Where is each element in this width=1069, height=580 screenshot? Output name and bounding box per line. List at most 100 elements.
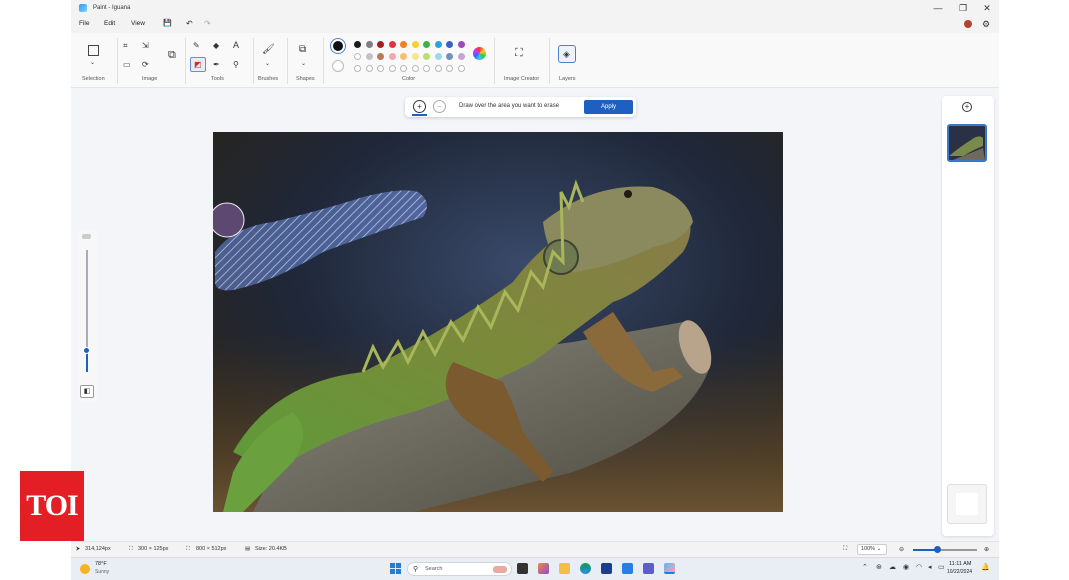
color-swatch[interactable] [457,41,465,48]
menu-view[interactable]: View [131,20,145,27]
color-swatch[interactable] [365,53,373,60]
color-swatch[interactable] [434,53,442,60]
edit-colors-icon[interactable] [473,47,486,60]
windows-start-icon[interactable] [390,563,401,574]
apply-button[interactable]: Apply [584,100,633,114]
secondary-color[interactable] [332,60,344,72]
color-picker-icon[interactable]: ✒ [213,60,220,70]
eraser-tool-button[interactable]: ◩ [190,57,206,72]
notification-bell-icon[interactable]: 🔔 [981,563,990,571]
color-swatch[interactable] [434,41,442,48]
eraser-mode-icon[interactable]: ◧ [80,385,94,398]
custom-color-slot[interactable] [354,65,361,72]
color-swatch[interactable] [411,53,419,60]
file-explorer-icon[interactable] [559,563,570,574]
onedrive-icon[interactable]: ☁ [889,563,896,571]
tray-app-icon[interactable]: ◉ [903,563,909,571]
tray-overflow-icon[interactable]: ⌃ [862,563,868,571]
magnifier-icon[interactable]: ⚲ [233,60,239,70]
chevron-down-icon[interactable]: ⌄ [265,59,270,69]
menu-edit[interactable]: Edit [104,20,115,27]
text-icon[interactable]: A [233,40,239,50]
edge-icon[interactable] [580,563,591,574]
rotate-icon[interactable]: ⟳ [142,60,149,70]
shapes-icon[interactable]: ⧉ [299,45,306,55]
color-swatch[interactable] [354,41,361,48]
background-layer[interactable] [947,484,987,524]
color-swatch[interactable] [457,53,465,60]
pencil-icon[interactable]: ✎ [193,41,200,51]
layers-button[interactable]: ◈ [558,45,576,63]
store-icon[interactable] [601,563,612,574]
wifi-icon[interactable]: ◠ [916,563,922,571]
undo-icon[interactable]: ↶ [186,19,193,29]
group-label-image: Image [142,76,158,82]
battery-icon[interactable]: ▭ [938,563,945,571]
copilot-app-icon[interactable] [538,563,549,574]
fill-icon[interactable]: ◆ [213,41,219,51]
color-swatch[interactable] [423,53,430,60]
clock-date[interactable]: 10/22/2024 [947,569,972,575]
selection-icon[interactable] [88,45,99,56]
custom-color-slot[interactable] [411,65,419,72]
select-image-icon[interactable]: ▭ [123,60,131,70]
copilot-icon[interactable] [964,20,972,28]
background-removal-icon[interactable]: ⧉ [168,50,176,61]
color-swatch[interactable] [388,41,396,48]
taskbar-search[interactable]: ⚲ Search [407,562,512,576]
menu-file[interactable]: File [79,20,89,27]
remove-area-icon[interactable]: − [433,100,446,113]
custom-color-slot[interactable] [446,65,453,72]
brush-icon[interactable]: 🖌 [262,45,275,55]
color-swatch[interactable] [411,41,419,48]
add-area-icon[interactable]: + [413,100,426,113]
color-swatch[interactable] [400,41,407,48]
custom-color-slot[interactable] [423,65,430,72]
paint-taskbar-icon[interactable] [664,563,675,574]
custom-color-slot[interactable] [388,65,396,72]
zoom-out-icon[interactable]: ⊖ [899,546,904,553]
volume-icon[interactable]: ◂ [928,563,932,571]
color-swatch[interactable] [400,53,407,60]
color-swatch[interactable] [377,41,384,48]
clock-time[interactable]: 11:11 AM [949,561,971,567]
settings-icon[interactable]: ⚙ [982,19,990,29]
restore-button[interactable]: ❐ [956,2,970,14]
color-swatch[interactable] [377,53,384,60]
save-icon[interactable]: 💾 [163,19,172,29]
zoom-select[interactable]: 100% ⌄ [857,544,887,555]
chevron-down-icon[interactable]: ⌄ [90,58,95,68]
custom-color-slot[interactable] [365,65,373,72]
color-swatch[interactable] [388,53,396,60]
custom-color-slot[interactable] [434,65,442,72]
image-creator-icon[interactable]: ⛶ [515,48,523,59]
tray-app-icon[interactable]: ⊛ [876,563,882,571]
color-swatch[interactable] [446,53,453,60]
custom-color-slot[interactable] [377,65,384,72]
custom-color-slot[interactable] [400,65,407,72]
primary-color[interactable] [331,39,345,53]
crop-icon[interactable]: ⌗ [123,41,128,51]
mail-icon[interactable] [622,563,633,574]
task-view-icon[interactable] [517,563,528,574]
chevron-down-icon[interactable]: ⌄ [301,59,306,69]
redo-icon[interactable]: ↷ [204,19,211,29]
custom-color-slot[interactable] [457,65,465,72]
color-swatch[interactable] [423,41,430,48]
teams-icon[interactable] [643,563,654,574]
layer-thumbnail[interactable] [947,124,987,162]
brush-size-thumb[interactable] [83,347,90,354]
color-swatch[interactable] [354,53,361,60]
minimize-button[interactable]: — [931,2,945,14]
canvas-size-icon: ⛶ [186,546,190,552]
canvas-image[interactable] [213,132,783,512]
zoom-slider-thumb[interactable] [934,546,941,553]
add-layer-icon[interactable]: + [962,102,972,112]
weather-sun-icon[interactable] [80,564,90,574]
color-swatch[interactable] [446,41,453,48]
zoom-in-icon[interactable]: ⊕ [984,546,989,553]
resize-icon[interactable]: ⇲ [142,41,149,51]
fit-to-window-icon[interactable]: ⛶ [843,546,847,553]
close-button[interactable]: ✕ [980,2,994,14]
color-swatch[interactable] [365,41,373,48]
